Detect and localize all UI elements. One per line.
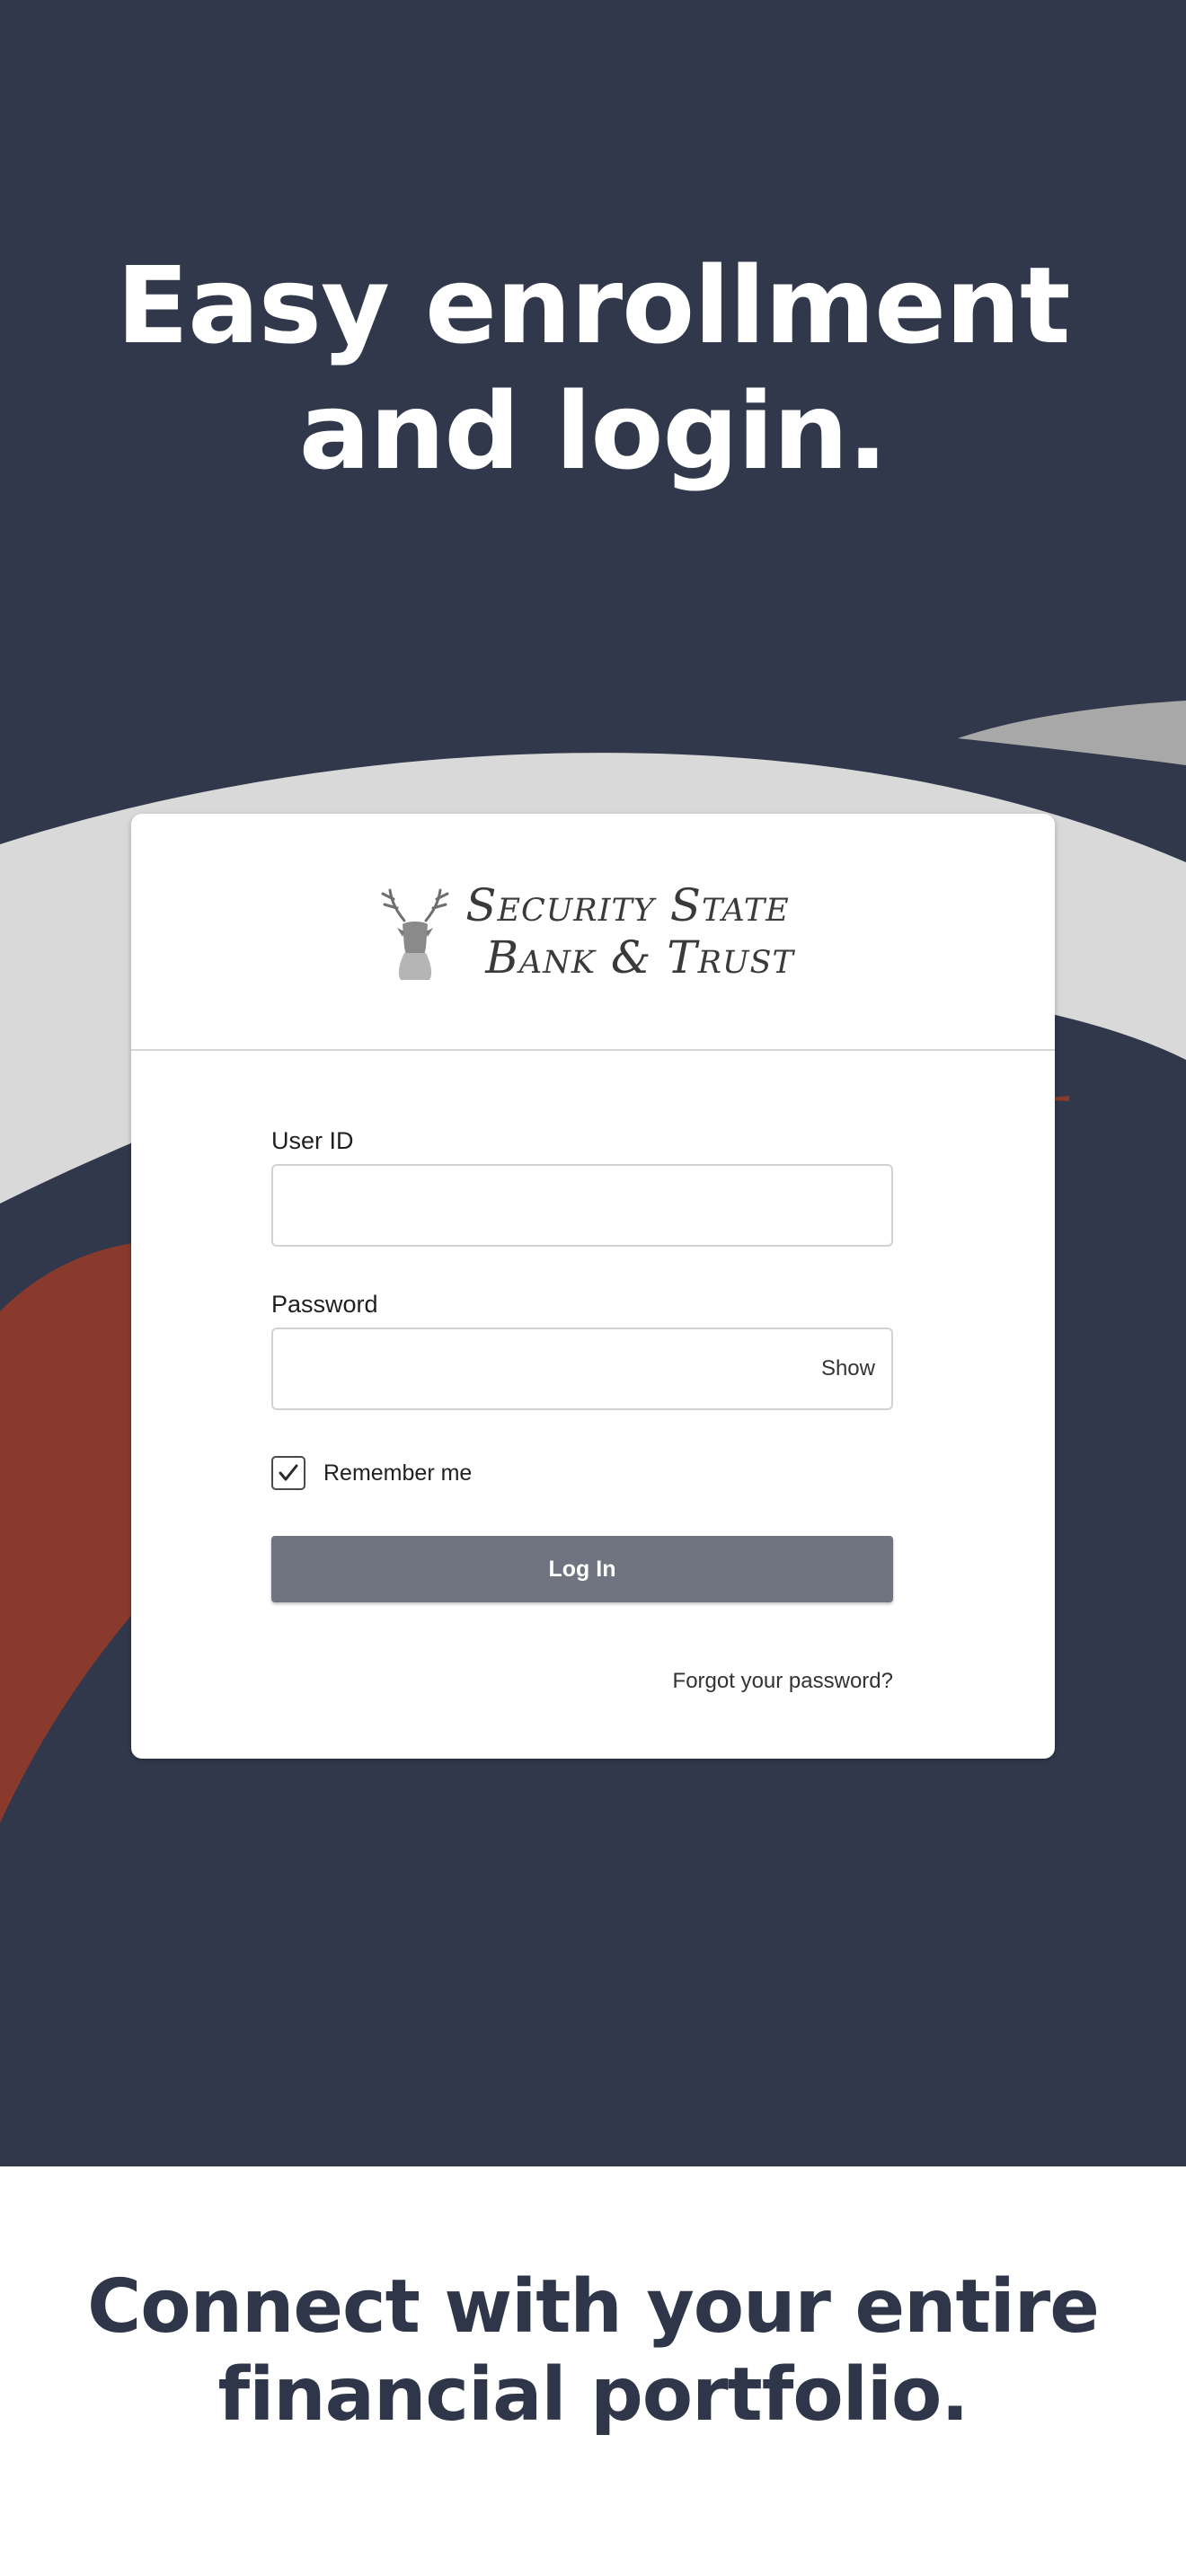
hero-headline-line2: and login.	[298, 369, 888, 493]
login-card: Security State Bank & Trust User ID Pass…	[131, 814, 1055, 1759]
footer-tagline-line2: financial portfolio.	[217, 2352, 969, 2438]
password-label: Password	[271, 1291, 378, 1318]
bank-name-line2: Bank & Trust	[485, 931, 794, 984]
hero-headline-line1: Easy enrollment	[116, 243, 1070, 367]
forgot-password-link[interactable]: Forgot your password?	[271, 1669, 893, 1694]
password-field[interactable]: Show	[271, 1328, 893, 1410]
remember-me-checkbox[interactable]	[271, 1456, 305, 1490]
password-input[interactable]	[273, 1329, 891, 1408]
user-id-input[interactable]	[273, 1166, 891, 1245]
bank-logo: Security State Bank & Trust	[377, 879, 794, 984]
user-id-field[interactable]	[271, 1164, 893, 1247]
hero-section: Easy enrollment and login. Security Stat…	[0, 0, 1186, 2166]
user-id-label: User ID	[271, 1127, 354, 1154]
remember-me-label: Remember me	[323, 1460, 473, 1486]
deer-head-icon	[381, 888, 449, 980]
footer-tagline: Connect with your entire financial portf…	[0, 2263, 1186, 2439]
hero-headline: Easy enrollment and login.	[0, 243, 1186, 494]
remember-me-row[interactable]: Remember me	[271, 1455, 893, 1491]
bank-logo-text: Security State Bank & Trust	[465, 879, 794, 984]
login-form: User ID Password Show Remember me Log In…	[271, 1125, 893, 1694]
card-header: Security State Bank & Trust	[131, 814, 1055, 1051]
login-button[interactable]: Log In	[271, 1536, 893, 1602]
checkmark-icon	[279, 1464, 298, 1481]
footer-tagline-line1: Connect with your entire	[87, 2264, 1100, 2350]
swoosh-gray	[958, 701, 1186, 765]
show-password-button[interactable]: Show	[821, 1329, 875, 1408]
bank-name-line1: Security State	[465, 879, 790, 931]
